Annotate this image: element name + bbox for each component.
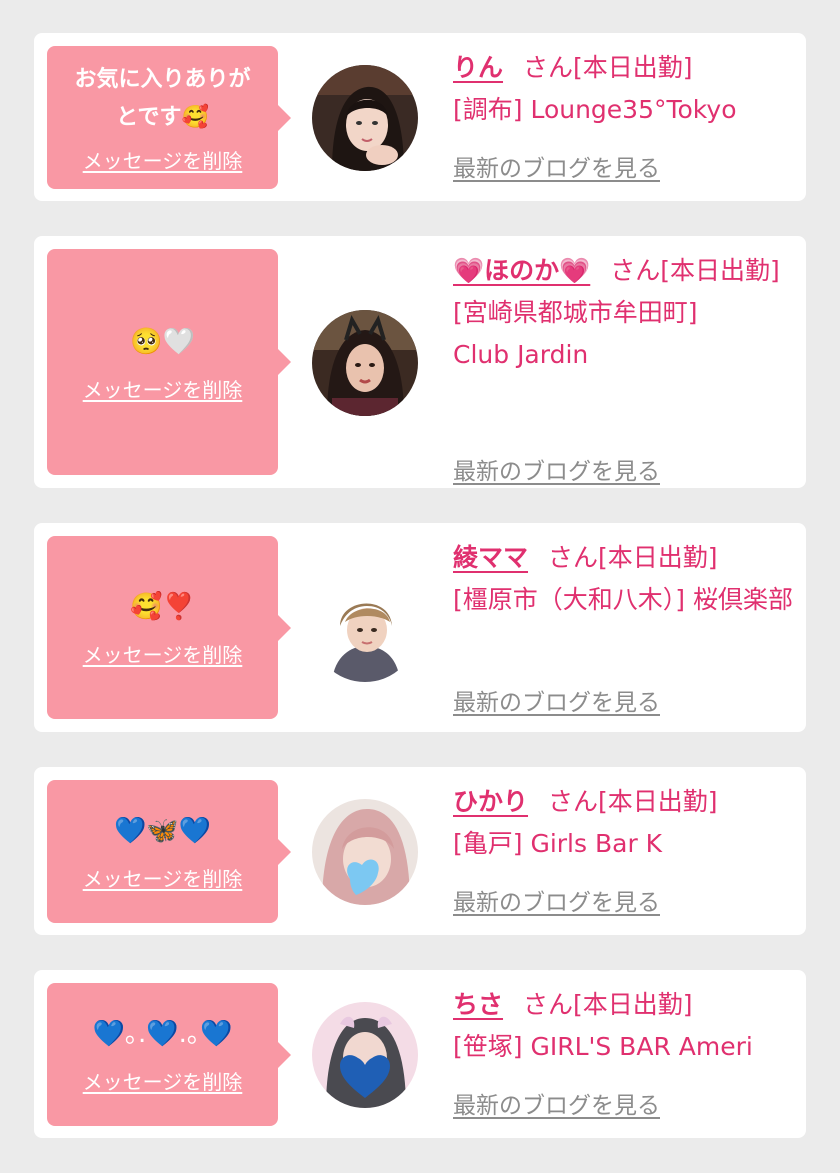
message-bubble: 💙｡.💙.｡💙 メッセージを削除	[47, 983, 291, 1126]
shop-name: [橿原市（大和八木）] 桜倶楽部	[453, 585, 793, 614]
message-text: 💙🦋💙	[113, 816, 212, 846]
favorite-card: 💙🦋💙 メッセージを削除 ひかり さん[本日出勤] [亀戸] Girls Bar …	[34, 767, 806, 935]
work-status: さん[本日出勤]	[548, 543, 718, 572]
work-status: さん[本日出勤]	[548, 787, 718, 816]
shop-name: [笹塚] GIRL'S BAR Ameri	[453, 1032, 753, 1061]
cast-avatar[interactable]	[312, 310, 418, 416]
cast-name-line: りん さん[本日出勤]	[453, 47, 793, 89]
shop-name: [亀戸] Girls Bar K	[453, 829, 663, 858]
cast-info: ちさ さん[本日出勤] [笹塚] GIRL'S BAR Ameri 最新のブログを…	[453, 984, 793, 1119]
favorites-message-list: お気に入りありが とです🥰 メッセージを削除 りん さん[本日出勤] [調布] L…	[34, 33, 806, 1173]
favorite-card: 🥺🤍 メッセージを削除 💗ほのか💗 さん[本日出勤] [宮崎県都城市牟田町] Cl…	[34, 236, 806, 488]
cast-name-link[interactable]: ちさ	[453, 990, 503, 1019]
favorite-card: 🥰❣️ メッセージを削除 綾ママ さん[本日出勤] [橿原市（大和八木）] 桜倶楽…	[34, 523, 806, 732]
shop-name: [宮崎県都城市牟田町] Club Jardin	[453, 298, 698, 369]
work-status: さん[本日出勤]	[523, 990, 693, 1019]
message-text: 🥰❣️	[130, 592, 195, 622]
message-bubble: 🥺🤍 メッセージを削除	[47, 249, 291, 475]
cast-info: ひかり さん[本日出勤] [亀戸] Girls Bar K 最新のブログを見る	[453, 781, 793, 916]
delete-message-link[interactable]: メッセージを削除	[83, 863, 243, 892]
delete-message-link[interactable]: メッセージを削除	[83, 639, 243, 668]
message-bubble: お気に入りありが とです🥰 メッセージを削除	[47, 46, 291, 189]
message-text: 💙｡.💙.｡💙	[92, 1019, 233, 1049]
latest-blog-link[interactable]: 最新のブログを見る	[453, 883, 660, 917]
cast-name-line: ひかり さん[本日出勤]	[453, 781, 793, 823]
favorite-card: 💙｡.💙.｡💙 メッセージを削除 ちさ さん[本日出勤] [笹塚] GIRL'S …	[34, 970, 806, 1138]
shop-name: [調布] Lounge35°Tokyo	[453, 95, 737, 124]
cast-avatar[interactable]	[312, 65, 418, 171]
cast-avatar[interactable]	[312, 1002, 418, 1108]
message-text: 🥺🤍	[130, 326, 195, 357]
cast-name-link[interactable]: 綾ママ	[453, 543, 528, 572]
cast-avatar[interactable]	[312, 576, 418, 682]
cast-name-link[interactable]: りん	[453, 53, 503, 82]
favorite-card: お気に入りありが とです🥰 メッセージを削除 りん さん[本日出勤] [調布] L…	[34, 33, 806, 201]
cast-name-line: 綾ママ さん[本日出勤]	[453, 537, 793, 579]
cast-info: 綾ママ さん[本日出勤] [橿原市（大和八木）] 桜倶楽部 最新のブログを見る	[453, 537, 793, 716]
cast-info: りん さん[本日出勤] [調布] Lounge35°Tokyo 最新のブログを見る	[453, 47, 793, 182]
cast-name-link[interactable]: 💗ほのか💗	[453, 256, 590, 285]
latest-blog-link[interactable]: 最新のブログを見る	[453, 452, 660, 486]
latest-blog-link[interactable]: 最新のブログを見る	[453, 683, 660, 717]
delete-message-link[interactable]: メッセージを削除	[83, 374, 243, 403]
cast-name-link[interactable]: ひかり	[453, 787, 528, 816]
cast-name-line: 💗ほのか💗 さん[本日出勤]	[453, 250, 793, 292]
message-bubble: 🥰❣️ メッセージを削除	[47, 536, 291, 719]
latest-blog-link[interactable]: 最新のブログを見る	[453, 1086, 660, 1120]
work-status: さん[本日出勤]	[610, 256, 780, 285]
delete-message-link[interactable]: メッセージを削除	[83, 1066, 243, 1095]
cast-avatar[interactable]	[312, 799, 418, 905]
cast-info: 💗ほのか💗 さん[本日出勤] [宮崎県都城市牟田町] Club Jardin 最新…	[453, 250, 793, 485]
work-status: さん[本日出勤]	[523, 53, 693, 82]
message-bubble: 💙🦋💙 メッセージを削除	[47, 780, 291, 923]
latest-blog-link[interactable]: 最新のブログを見る	[453, 149, 660, 183]
message-text: お気に入りありが とです🥰	[74, 67, 251, 130]
delete-message-link[interactable]: メッセージを削除	[83, 145, 243, 174]
cast-name-line: ちさ さん[本日出勤]	[453, 984, 793, 1026]
